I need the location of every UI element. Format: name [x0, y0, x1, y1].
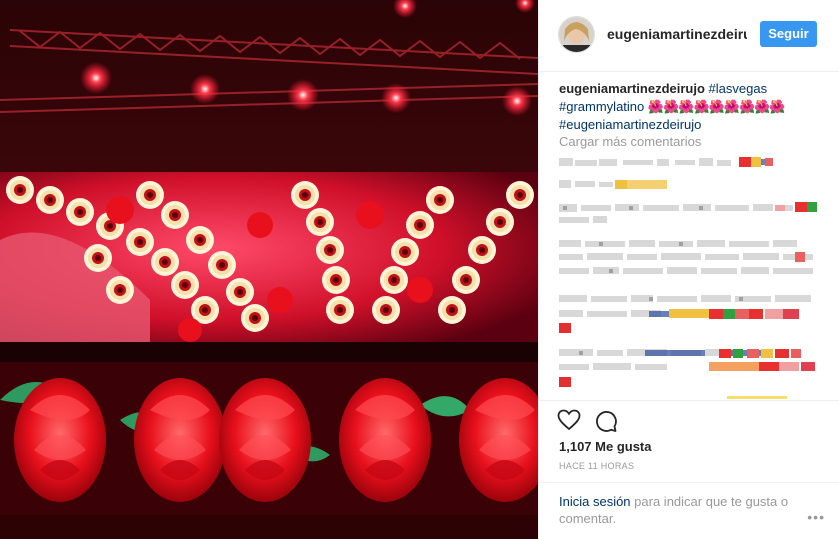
caption-emoji: 🌺🌺🌺🌺🌺🌺🌺🌺🌺 [647, 99, 786, 114]
caption: eugeniamartinezdeirujo #lasvegas #grammy… [559, 80, 821, 134]
hashtag-eugeniamartinezdeirujo[interactable]: #eugeniamartinezdeirujo [559, 117, 701, 132]
caption-username[interactable]: eugeniamartinezdeirujo [559, 81, 705, 96]
instagram-post: eugeniamartinezdeirujo Seguir eugeniamar… [0, 0, 839, 539]
timestamp[interactable]: HACE 11 HORAS [559, 461, 634, 471]
login-bar: Inicia sesión para indicar que te gusta … [539, 482, 839, 539]
avatar[interactable] [558, 16, 595, 53]
follow-button[interactable]: Seguir [760, 21, 817, 47]
heart-icon[interactable] [557, 409, 581, 436]
more-options-icon[interactable]: ••• [807, 509, 825, 525]
post-photo[interactable] [0, 0, 538, 539]
post-sidebar: eugeniamartinezdeirujo Seguir eugeniamar… [538, 0, 839, 539]
load-more-comments-link[interactable]: Cargar más comentarios [559, 134, 701, 149]
likes-count[interactable]: 1,107 Me gusta [559, 439, 652, 454]
login-link[interactable]: Inicia sesión [559, 494, 631, 509]
hashtag-grammylatino[interactable]: #grammylatino [559, 99, 644, 114]
post-header: eugeniamartinezdeirujo Seguir [539, 0, 839, 72]
header-username[interactable]: eugeniamartinezdeirujo [607, 26, 747, 42]
hashtag-lasvegas[interactable]: #lasvegas [709, 81, 768, 96]
pixelated-comments [539, 155, 839, 400]
comment-icon[interactable] [594, 409, 618, 438]
login-prompt: Inicia sesión para indicar que te gusta … [559, 493, 799, 527]
